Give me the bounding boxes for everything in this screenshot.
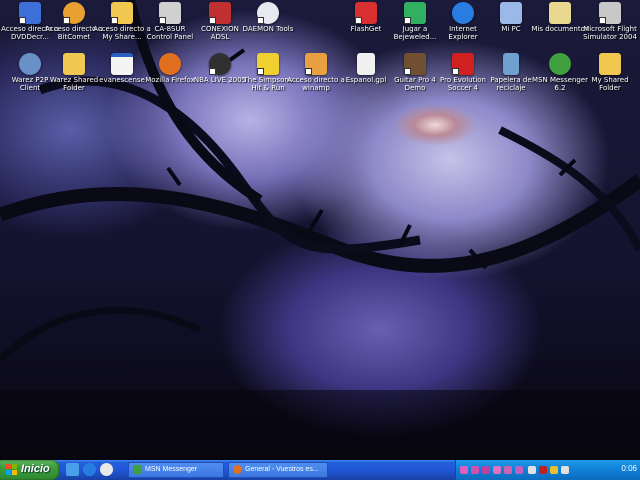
network-connection-icon [209, 2, 231, 24]
tray-media-icon[interactable] [471, 466, 479, 474]
firefox-icon [159, 53, 181, 75]
task-label: General - Vuestros es... [245, 466, 319, 473]
tray-volume-icon[interactable] [528, 466, 536, 474]
tray-flashget-icon[interactable] [504, 466, 512, 474]
flashget-icon [355, 2, 377, 24]
icon-label: Microsoft Flight Simulator 2004 [583, 25, 637, 41]
icon-label: My Shared Folder [591, 76, 629, 92]
guitar-pro-icon [404, 53, 426, 75]
tray-update-icon[interactable] [561, 466, 569, 474]
warez-p2p-icon [19, 53, 41, 75]
start-button[interactable]: Inicio [0, 460, 60, 480]
show-desktop-icon[interactable] [66, 463, 79, 476]
tray-bitcomet-icon[interactable] [493, 466, 501, 474]
internet-explorer-icon [452, 2, 474, 24]
icon-label: DAEMON Tools [242, 25, 294, 33]
msn-messenger-icon [549, 53, 571, 75]
firefox-icon [233, 464, 242, 474]
folder-icon [111, 2, 133, 24]
desktop-icon-daemon-tools[interactable]: DAEMON Tools [238, 2, 298, 33]
internet-explorer-icon[interactable] [83, 463, 96, 476]
bitcomet-icon [63, 2, 85, 24]
task-button-msn-messenger[interactable]: MSN Messenger [128, 462, 224, 478]
bejeweled-icon [404, 2, 426, 24]
folder-icon [599, 53, 621, 75]
desktop-icon-flight-simulator[interactable]: Microsoft Flight Simulator 2004 [580, 2, 640, 41]
tray-network-icon[interactable] [515, 466, 523, 474]
start-label: Inicio [21, 463, 50, 475]
control-panel-icon [159, 2, 181, 24]
window-icon [111, 53, 133, 75]
flight-simulator-icon [599, 2, 621, 24]
dvd-decrypter-icon [19, 2, 41, 24]
windows-media-player-icon[interactable] [100, 463, 113, 476]
nba-live-icon [209, 53, 231, 75]
document-icon [357, 53, 375, 75]
system-tray: 0:06 [455, 460, 640, 480]
shared-folder-icon [63, 53, 85, 75]
desktop-icon-my-shared-folder[interactable]: My Shared Folder [580, 53, 640, 92]
tray-antivirus-icon[interactable] [539, 466, 547, 474]
my-computer-icon [500, 2, 522, 24]
msn-messenger-icon [133, 464, 142, 474]
daemon-tools-icon [257, 2, 279, 24]
simpsons-icon [257, 53, 279, 75]
my-documents-icon [549, 2, 571, 24]
taskbar: Inicio MSN Messenger General - Vuestros … [0, 460, 640, 480]
tray-security-icon[interactable] [550, 466, 558, 474]
task-button-firefox[interactable]: General - Vuestros es... [228, 462, 328, 478]
windows-logo-icon [6, 464, 18, 476]
tray-daemon-icon[interactable] [482, 466, 490, 474]
recycle-bin-icon [503, 53, 519, 75]
tray-msn-icon[interactable] [460, 466, 468, 474]
task-label: MSN Messenger [145, 466, 198, 473]
pes4-icon [452, 53, 474, 75]
winamp-icon [305, 53, 327, 75]
clock[interactable]: 0:06 [621, 464, 637, 473]
